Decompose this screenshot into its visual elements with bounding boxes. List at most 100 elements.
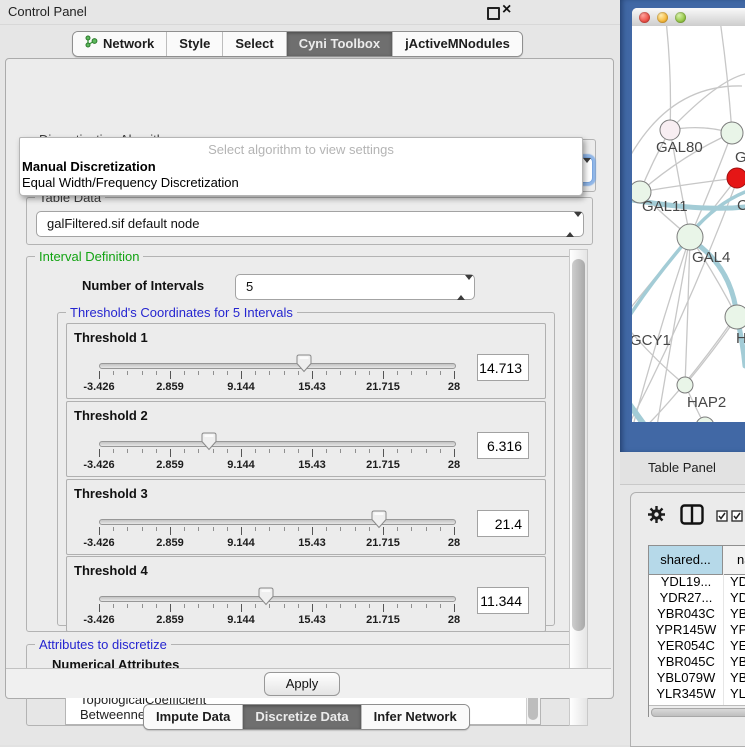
node-green[interactable]: [696, 417, 714, 422]
popup-item-manual-discretization[interactable]: Manual Discretization: [22, 159, 156, 174]
tick-minor: [127, 527, 128, 531]
cell-name[interactable]: YBL0: [724, 670, 745, 686]
table-row[interactable]: YER054CYER0: [649, 638, 745, 654]
tab-impute-data[interactable]: Impute Data: [144, 705, 242, 729]
tick-minor: [326, 449, 327, 453]
table-row[interactable]: YBR045CYBR0: [649, 654, 745, 670]
threshold-value-field[interactable]: 21.4: [477, 510, 529, 537]
cell-shared-name[interactable]: YLR345W: [649, 686, 724, 702]
cell-name[interactable]: YDL1: [724, 574, 745, 590]
cell-shared-name[interactable]: YPR145W: [649, 622, 724, 638]
checkbox-icon[interactable]: [716, 509, 728, 527]
table-data-combobox[interactable]: galFiltered.sif default node: [36, 211, 584, 237]
node-green[interactable]: [677, 377, 693, 393]
threshold-value-field[interactable]: 6.316: [477, 432, 529, 459]
edge[interactable]: [685, 317, 737, 385]
table-horizontal-scrollbar[interactable]: [649, 705, 745, 717]
float-panel-icon[interactable]: [487, 7, 500, 20]
cell-shared-name[interactable]: YBR043C: [649, 606, 724, 622]
tick-minor: [284, 449, 285, 453]
checkbox-icon[interactable]: [731, 509, 743, 527]
tick-minor: [156, 527, 157, 531]
node-pink[interactable]: [660, 120, 680, 140]
tick-major: [99, 527, 100, 535]
tab-network[interactable]: Network: [73, 32, 166, 56]
slider-track[interactable]: [99, 596, 456, 602]
node-green[interactable]: [721, 122, 743, 144]
threshold-value-field[interactable]: 14.713: [477, 354, 529, 381]
node-green[interactable]: [725, 305, 745, 329]
edge-highlighted[interactable]: [632, 239, 688, 331]
cell-name[interactable]: YLR3: [724, 686, 745, 702]
cell-shared-name[interactable]: YBR045C: [649, 654, 724, 670]
tick-label: 2.859: [140, 537, 200, 549]
table-row[interactable]: YLR345WYLR3: [649, 686, 745, 702]
column-header-shared-name[interactable]: shared...: [649, 546, 723, 574]
close-icon[interactable]: ×: [502, 1, 511, 19]
group-title: Interval Definition: [35, 249, 143, 264]
node-attribute-table: shared... na YDL19...YDL1YDR27...YDR2YBR…: [648, 545, 745, 717]
cell-name[interactable]: YDR2: [724, 590, 745, 606]
tick-major: [99, 371, 100, 379]
tab-label: Discretize Data: [255, 705, 348, 729]
number-of-intervals-combobox[interactable]: 5: [235, 274, 475, 300]
cell-shared-name[interactable]: YER054C: [649, 638, 724, 654]
tab-select[interactable]: Select: [222, 32, 285, 56]
edge[interactable]: [657, 237, 690, 422]
cell-name[interactable]: YBR0: [724, 606, 745, 622]
tick-minor: [113, 449, 114, 453]
cell-shared-name[interactable]: YDR27...: [649, 590, 724, 606]
tab-label: jActiveMNodules: [405, 32, 510, 56]
tab-cyni-toolbox[interactable]: Cyni Toolbox: [286, 32, 392, 56]
cell-name[interactable]: YER0: [724, 638, 745, 654]
tick-minor: [113, 371, 114, 375]
gear-icon[interactable]: [647, 505, 666, 529]
cell-name[interactable]: YPR1: [724, 622, 745, 638]
tick-minor: [411, 527, 412, 531]
thresholds-coordinates-group: Threshold's Coordinates for 5 Intervals …: [57, 312, 555, 626]
slider-thumb[interactable]: [258, 587, 274, 606]
zoom-traffic-light[interactable]: [675, 12, 686, 23]
close-traffic-light[interactable]: [639, 12, 650, 23]
tick-minor: [213, 604, 214, 608]
node-red[interactable]: [727, 168, 745, 188]
scrollbar-thumb[interactable]: [651, 708, 745, 717]
table-row[interactable]: YPR145WYPR1: [649, 622, 745, 638]
panel-scrollbar[interactable]: [569, 249, 588, 726]
slider-thumb[interactable]: [296, 354, 312, 373]
column-header-name[interactable]: na: [723, 546, 745, 574]
column-layout-icon[interactable]: [680, 504, 705, 530]
slider-track[interactable]: [99, 519, 456, 525]
apply-button[interactable]: Apply: [264, 672, 340, 696]
node-green[interactable]: [677, 224, 703, 250]
tab-infer-network[interactable]: Infer Network: [361, 705, 469, 729]
tab-style[interactable]: Style: [166, 32, 222, 56]
tab-jactivemnodules[interactable]: jActiveMNodules: [392, 32, 522, 56]
edge[interactable]: [666, 26, 671, 130]
edge[interactable]: [670, 74, 745, 130]
tick-minor: [426, 604, 427, 608]
table-row[interactable]: YDL19...YDL1: [649, 574, 745, 590]
table-row[interactable]: YDR27...YDR2: [649, 590, 745, 606]
scrollbar-thumb[interactable]: [572, 259, 585, 631]
edge[interactable]: [632, 320, 685, 385]
slider-track[interactable]: [99, 441, 456, 447]
table-row[interactable]: YBL079WYBL0: [649, 670, 745, 686]
slider-thumb[interactable]: [371, 510, 387, 529]
table-row[interactable]: YBR043CYBR0: [649, 606, 745, 622]
combo-stepper-icon: [566, 217, 575, 232]
tick-label: 2.859: [140, 459, 200, 471]
minimize-traffic-light[interactable]: [657, 12, 668, 23]
cell-shared-name[interactable]: YDL19...: [649, 574, 724, 590]
combo-value: 5: [246, 279, 253, 294]
network-canvas[interactable]: GAL80GACGAL11GAL4GCY1HHAP2: [632, 26, 745, 422]
cell-name[interactable]: YBR0: [724, 654, 745, 670]
threshold-value-field[interactable]: 11.344: [477, 587, 529, 614]
slider-track[interactable]: [99, 363, 456, 369]
cell-shared-name[interactable]: YBL079W: [649, 670, 724, 686]
slider-thumb[interactable]: [201, 432, 217, 451]
popup-item-equal-width-frequency[interactable]: Equal Width/Frequency Discretization: [22, 175, 239, 190]
bottom-tab-bar: Impute Data Discretize Data Infer Networ…: [143, 704, 470, 730]
tab-discretize-data[interactable]: Discretize Data: [242, 705, 360, 729]
tick-minor: [156, 604, 157, 608]
